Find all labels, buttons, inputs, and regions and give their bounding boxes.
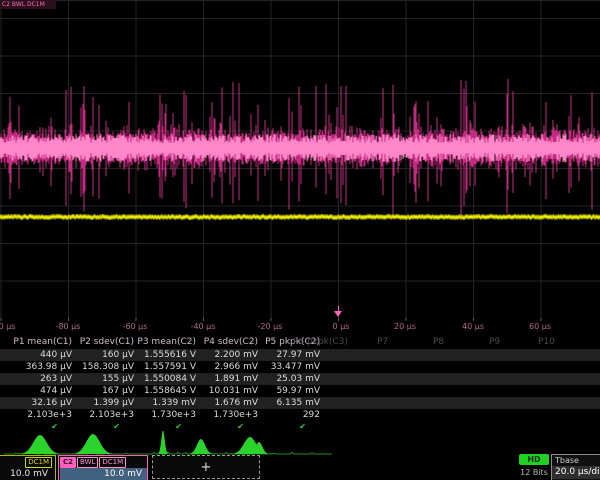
time-axis-label: -20 µs [258, 322, 283, 331]
measure-cell: 1.555616 V [134, 349, 196, 361]
waveform-display [0, 0, 600, 318]
measure-cell: 1.399 µV [72, 397, 134, 409]
timebase-value: 20.0 µs/div [552, 466, 600, 479]
measure-cell: 1.558645 V [134, 385, 196, 397]
measure-row-value: 440 µV 160 µV 1.555616 V 2.200 mV 27.97 … [0, 349, 600, 361]
c1-coupling-badge: DC1M [25, 457, 52, 468]
measure-cell: 33.477 mV [258, 361, 320, 373]
measure-cell: 474 µV [10, 385, 72, 397]
measure-cell: 1.339 mV [134, 397, 196, 409]
measure-histicons [0, 430, 600, 456]
measure-cell: 2.103e+3 [72, 409, 134, 421]
measure-col-header-unused[interactable]: P9 [489, 337, 500, 347]
measure-cell: 167 µV [72, 385, 134, 397]
measure-cell: 1.550084 V [134, 373, 196, 385]
channel-descriptor-c2[interactable]: C2BWLDC1M 10.0 mV [58, 455, 148, 480]
measure-col-header[interactable]: P1 mean(C1) [10, 336, 72, 349]
measure-cell: 160 µV [72, 349, 134, 361]
measure-cell: 25.03 mV [258, 373, 320, 385]
time-axis-ticks [0, 318, 600, 321]
time-axis-label: -60 µs [123, 322, 148, 331]
histicon-peak [156, 431, 171, 454]
measure-cell: 440 µV [10, 349, 72, 361]
trigger-position-marker[interactable] [334, 311, 342, 317]
c2-channel-badge: C2 [60, 457, 76, 468]
measure-col-header[interactable]: P4 sdev(C2) [196, 336, 258, 349]
measure-cell: 1.730e+3 [134, 409, 196, 421]
measure-cell: 10.031 mV [196, 385, 258, 397]
c2-scale-value: 10.0 mV [60, 468, 147, 480]
time-axis-label: -40 µs [191, 322, 216, 331]
channel-descriptor-c1[interactable]: DC1M 10.0 mV [0, 455, 56, 480]
measure-cell: 2.200 mV [196, 349, 258, 361]
measure-col-header-unused[interactable]: P8 [433, 337, 444, 347]
measure-cell: 32.16 µV [10, 397, 72, 409]
time-axis-label: 0 µs [333, 322, 350, 331]
time-axis-label: -100 µs [0, 322, 15, 331]
histicon-peak [223, 437, 277, 454]
hd-bits-label: 12 Bits [514, 468, 554, 477]
timebase-descriptor[interactable]: Tbase 20.0 µs/div [551, 454, 600, 480]
measure-row-min: 263 µV 155 µV 1.550084 V 1.891 mV 25.03 … [0, 373, 600, 385]
time-axis-label: -80 µs [56, 322, 81, 331]
measure-cell: 155 µV [72, 373, 134, 385]
time-axis-label: 40 µs [462, 322, 484, 331]
time-axis-label: 60 µs [529, 322, 551, 331]
histicon-peak [183, 439, 219, 454]
add-trace-button[interactable]: + [152, 455, 260, 479]
measurement-table: P1 mean(C1) P2 sdev(C1) P3 mean(C2) P4 s… [0, 336, 600, 432]
measure-cell: 27.97 mV [258, 349, 320, 361]
measure-col-header[interactable]: P2 sdev(C1) [72, 336, 134, 349]
timebase-title: Tbase [552, 455, 600, 466]
time-axis: -100 µs -80 µs -60 µs -40 µs -20 µs 0 µs… [0, 318, 600, 335]
histicon-peak [10, 435, 70, 454]
measure-cell: 1.676 mV [196, 397, 258, 409]
histicon-peak [63, 434, 123, 454]
measure-col-header-unused[interactable]: P7 [377, 337, 388, 347]
measure-cell: 363.98 µV [10, 361, 72, 373]
measure-cell: 2.966 mV [196, 361, 258, 373]
c2-bwl-badge: BWL [77, 457, 98, 468]
measure-cell: 263 µV [10, 373, 72, 385]
measure-cell: 158.308 µV [72, 361, 134, 373]
measure-row-num: 2.103e+3 2.103e+3 1.730e+3 1.730e+3 292 [0, 409, 600, 421]
measure-cell: 1.891 mV [196, 373, 258, 385]
hd-mode-badge[interactable]: HD [519, 454, 549, 465]
measure-cell: 6.135 mV [258, 397, 320, 409]
measure-col-header[interactable]: P3 mean(C2) [134, 336, 196, 349]
measure-col-header-unused[interactable]: P10 [538, 337, 555, 347]
measure-cell: 2.103e+3 [10, 409, 72, 421]
measure-row-max: 474 µV 167 µV 1.558645 V 10.031 mV 59.97… [0, 385, 600, 397]
measure-cell: 59.97 mV [258, 385, 320, 397]
measure-cell: 1.557591 V [134, 361, 196, 373]
measure-col-header-unused[interactable]: P6 pkpk(C3) [293, 337, 348, 347]
oscilloscope-screen: C2 BWL DC1M -100 µs -80 µs -60 µs -40 µs… [0, 0, 600, 480]
graticule: C2 BWL DC1M [0, 0, 600, 319]
c2-coupling-badge: DC1M [99, 457, 126, 468]
measure-cell: 292 [258, 409, 320, 421]
time-axis-label: 20 µs [394, 322, 416, 331]
trace-annotation: C2 BWL DC1M [0, 0, 56, 9]
measure-row-sdev: 32.16 µV 1.399 µV 1.339 mV 1.676 mV 6.13… [0, 397, 600, 409]
measure-row-mean: 363.98 µV 158.308 µV 1.557591 V 2.966 mV… [0, 361, 600, 373]
c1-scale-value: 10.0 mV [0, 468, 53, 480]
measure-cell: 1.730e+3 [196, 409, 258, 421]
